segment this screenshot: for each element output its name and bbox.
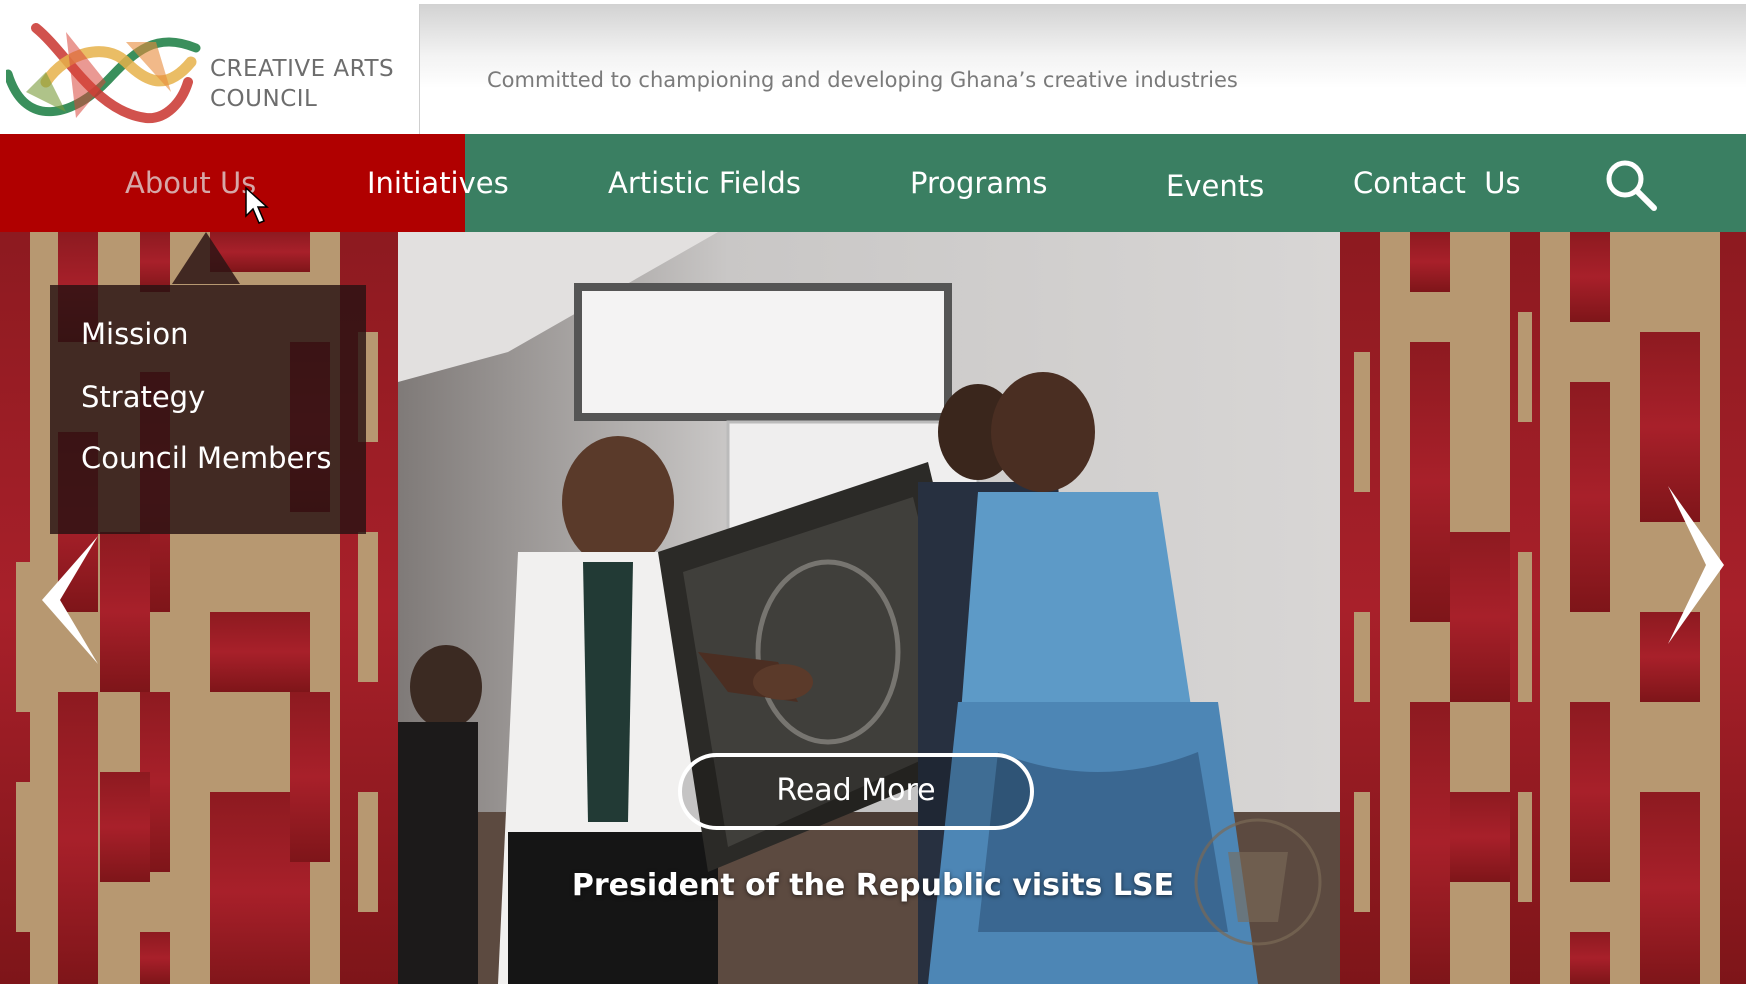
chevron-left-icon[interactable]	[36, 530, 106, 670]
main-nav: About Us Initiatives Artistic Fields Pro…	[0, 134, 1746, 232]
nav-item-contact-us[interactable]: Contact Us	[1353, 134, 1521, 232]
nav-item-artistic-fields[interactable]: Artistic Fields	[608, 134, 801, 232]
slide-caption: President of the Republic visits LSE	[571, 868, 1175, 903]
tagline-bar: Committed to championing and developing …	[420, 4, 1746, 134]
dropdown-item-mission[interactable]: Mission	[81, 317, 188, 351]
read-more-button[interactable]: Read More	[678, 753, 1034, 830]
logo-text: CREATIVE ARTS COUNCIL	[210, 54, 394, 114]
nav-item-events[interactable]: Events	[1166, 137, 1264, 235]
site-header: CREATIVE ARTS COUNCIL Committed to champ…	[0, 0, 1746, 134]
logo[interactable]: CREATIVE ARTS COUNCIL	[0, 4, 420, 134]
about-us-dropdown: Mission Strategy Council Members	[50, 285, 366, 534]
search-icon[interactable]	[1604, 158, 1658, 212]
logo-mark-icon	[6, 23, 201, 124]
site-tagline: Committed to championing and developing …	[487, 68, 1238, 92]
dropdown-item-council-members[interactable]: Council Members	[81, 441, 331, 475]
chevron-right-icon[interactable]	[1660, 480, 1730, 650]
nav-item-programs[interactable]: Programs	[910, 134, 1047, 232]
dropdown-item-strategy[interactable]: Strategy	[81, 380, 205, 414]
logo-line-1: CREATIVE ARTS	[210, 56, 395, 82]
nav-item-initiatives[interactable]: Initiatives	[367, 134, 509, 232]
dropdown-pointer	[172, 232, 240, 284]
nav-item-about-us[interactable]: About Us	[125, 134, 256, 232]
logo-line-2: COUNCIL	[210, 86, 318, 112]
